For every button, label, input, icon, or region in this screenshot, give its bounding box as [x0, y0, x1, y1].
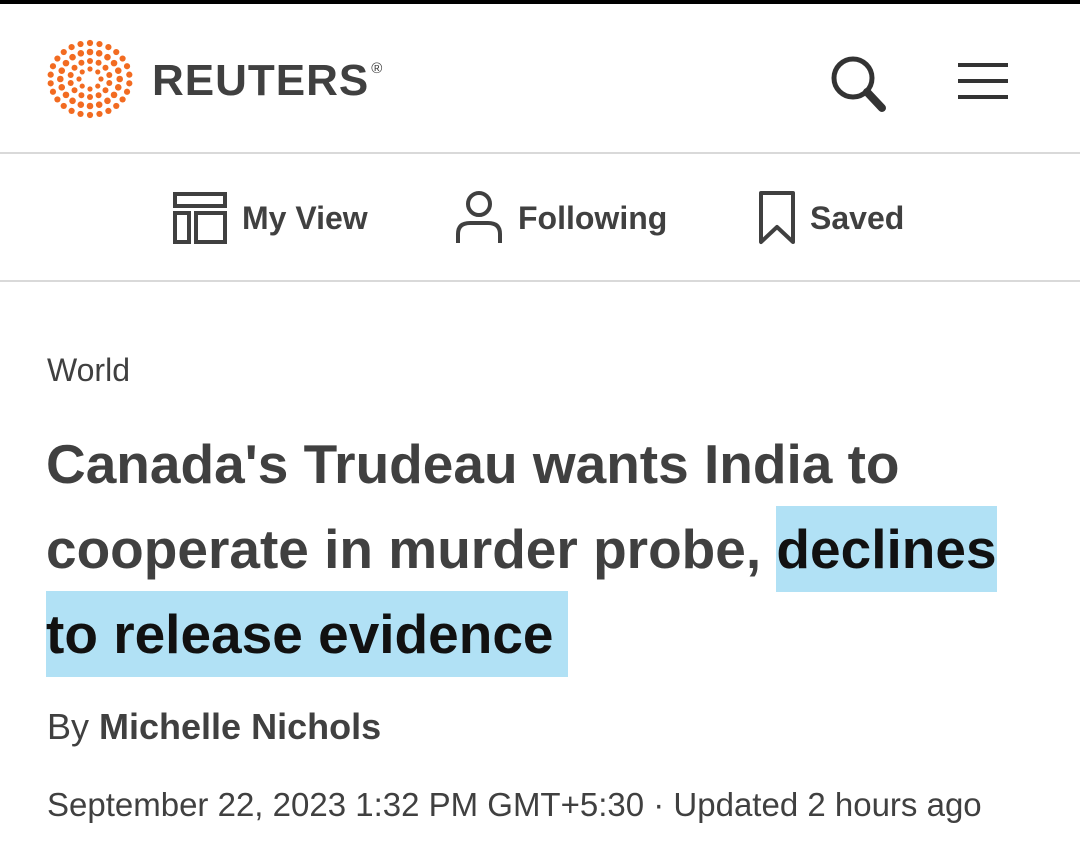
article-dateline: September 22, 2023 1:32 PM GMT+5:30 · Up…: [47, 786, 982, 823]
brand-wordmark[interactable]: REUTERS ®: [152, 56, 383, 106]
brand-name: REUTERS: [152, 56, 370, 105]
reuters-logo-icon[interactable]: [44, 38, 136, 120]
hamburger-menu-icon: [958, 63, 1008, 99]
site-header: REUTERS ®: [0, 4, 1080, 154]
byline-prefix: By: [47, 706, 90, 747]
author-link[interactable]: Michelle Nichols: [99, 706, 381, 747]
search-button[interactable]: [826, 52, 890, 116]
layout-grid-icon: [173, 192, 227, 244]
byline: By Michelle Nichols: [47, 706, 381, 748]
section-label[interactable]: World: [47, 352, 130, 389]
nav-my-view-label: My View: [242, 199, 368, 236]
nav-saved-label: Saved: [810, 199, 905, 236]
menu-button[interactable]: [956, 60, 1012, 104]
account-nav: My View Following Saved: [0, 154, 1080, 282]
article-headline: Canada's Trudeau wants India to cooperat…: [46, 422, 1046, 677]
search-icon: [831, 56, 886, 112]
nav-following-label: Following: [518, 199, 668, 236]
nav-saved[interactable]: Saved: [758, 188, 904, 248]
nav-following[interactable]: Following: [454, 188, 667, 248]
registered-mark: ®: [371, 60, 384, 77]
nav-my-view[interactable]: My View: [172, 188, 368, 248]
person-icon: [456, 191, 502, 243]
headline-text: Canada's Trudeau wants India to cooperat…: [46, 433, 900, 580]
bookmark-icon: [759, 191, 795, 244]
